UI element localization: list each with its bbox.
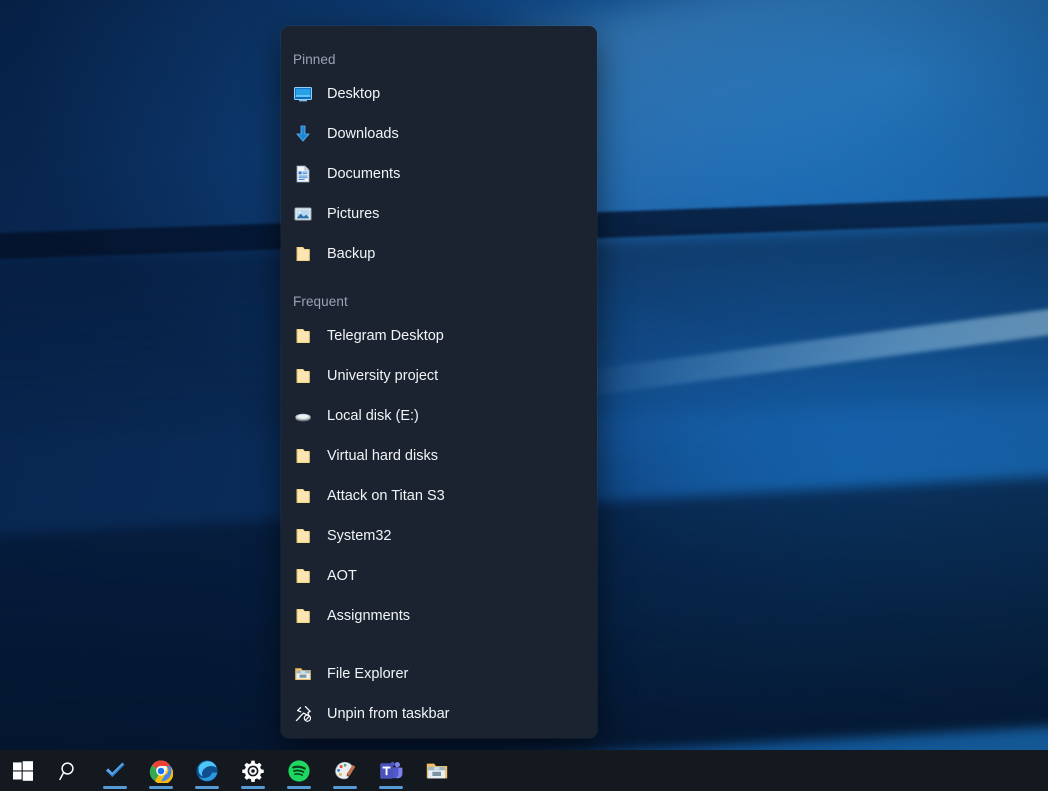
checkmark-icon (103, 759, 127, 783)
jump-list-item-label: University project (327, 368, 438, 384)
jump-list-actions-group: File Explorer Unpin from taskbar (281, 654, 597, 734)
folder-icon (293, 606, 313, 626)
jump-list-item-assignments[interactable]: Assignments (287, 596, 591, 636)
jump-list-item-attack-on-titan-s3[interactable]: Attack on Titan S3 (287, 476, 591, 516)
file-explorer-icon (425, 759, 449, 783)
start-button[interactable] (0, 750, 46, 791)
jump-list-item-label: Local disk (E:) (327, 408, 419, 424)
folder-icon (293, 326, 313, 346)
unpin-icon (293, 704, 313, 724)
jump-list-item-aot[interactable]: AOT (287, 556, 591, 596)
running-indicator (287, 786, 311, 789)
running-indicator (195, 786, 219, 789)
paint-palette-icon (333, 759, 357, 783)
download-arrow-icon (293, 124, 313, 144)
jump-list-item-backup[interactable]: Backup (287, 234, 591, 274)
jump-list-item-label: Documents (327, 166, 400, 182)
search-button[interactable] (46, 750, 92, 791)
jump-list-item-label: Pictures (327, 206, 379, 222)
windows-logo-icon (11, 759, 35, 783)
section-header-frequent: Frequent (281, 286, 597, 316)
explorer-button[interactable] (414, 750, 460, 791)
jump-list-item-label: Assignments (327, 608, 410, 624)
taskbar (0, 750, 1048, 791)
running-indicator (379, 786, 403, 789)
jump-list-action-file-explorer[interactable]: File Explorer (287, 654, 591, 694)
folder-icon (293, 366, 313, 386)
spotify-button[interactable] (276, 750, 322, 791)
jump-list-item-label: Backup (327, 246, 375, 262)
chrome-icon (149, 759, 173, 783)
running-indicator (241, 786, 265, 789)
jump-list-item-pictures[interactable]: Pictures (287, 194, 591, 234)
document-icon (293, 164, 313, 184)
jump-list-action-label: Unpin from taskbar (327, 706, 450, 722)
jump-list-separator (281, 636, 597, 654)
edge-icon (195, 759, 219, 783)
jump-list-item-label: System32 (327, 528, 391, 544)
teams-icon (379, 759, 403, 783)
folder-icon (293, 566, 313, 586)
folder-icon (293, 244, 313, 264)
jump-list-item-downloads[interactable]: Downloads (287, 114, 591, 154)
jump-list-action-label: File Explorer (327, 666, 408, 682)
hard-disk-icon (293, 406, 313, 426)
search-icon (57, 759, 81, 783)
folder-icon (293, 446, 313, 466)
edge-button[interactable] (184, 750, 230, 791)
jump-list-action-unpin-from-taskbar[interactable]: Unpin from taskbar (287, 694, 591, 734)
jump-list-item-label: Virtual hard disks (327, 448, 438, 464)
picture-frame-icon (293, 204, 313, 224)
jump-list-item-documents[interactable]: Documents (287, 154, 591, 194)
settings-button[interactable] (230, 750, 276, 791)
frequent-group: Telegram Desktop University project (281, 316, 597, 636)
section-header-pinned: Pinned (281, 44, 597, 74)
paint-button[interactable] (322, 750, 368, 791)
jump-list-item-local-disk-e[interactable]: Local disk (E:) (287, 396, 591, 436)
jump-list-item-desktop[interactable]: Desktop (287, 74, 591, 114)
gear-icon (241, 759, 265, 783)
running-indicator (149, 786, 173, 789)
teams-button[interactable] (368, 750, 414, 791)
spotify-icon (287, 759, 311, 783)
jump-list-item-label: AOT (327, 568, 357, 584)
pinned-group: Desktop Downloads (281, 74, 597, 274)
folder-icon (293, 526, 313, 546)
jump-list-item-label: Downloads (327, 126, 399, 142)
running-indicator (333, 786, 357, 789)
jump-list-item-label: Attack on Titan S3 (327, 488, 445, 504)
jump-list-item-system32[interactable]: System32 (287, 516, 591, 556)
file-explorer-jump-list: Pinned Desktop Downloads (281, 26, 597, 738)
jump-list-item-telegram-desktop[interactable]: Telegram Desktop (287, 316, 591, 356)
file-explorer-icon (293, 664, 313, 684)
jump-list-item-virtual-hard-disks[interactable]: Virtual hard disks (287, 436, 591, 476)
folder-icon (293, 486, 313, 506)
jump-list-item-label: Desktop (327, 86, 380, 102)
desktop-monitor-icon (293, 84, 313, 104)
jump-list-item-university-project[interactable]: University project (287, 356, 591, 396)
todoist-button[interactable] (92, 750, 138, 791)
jump-list-item-label: Telegram Desktop (327, 328, 444, 344)
chrome-button[interactable] (138, 750, 184, 791)
running-indicator (103, 786, 127, 789)
